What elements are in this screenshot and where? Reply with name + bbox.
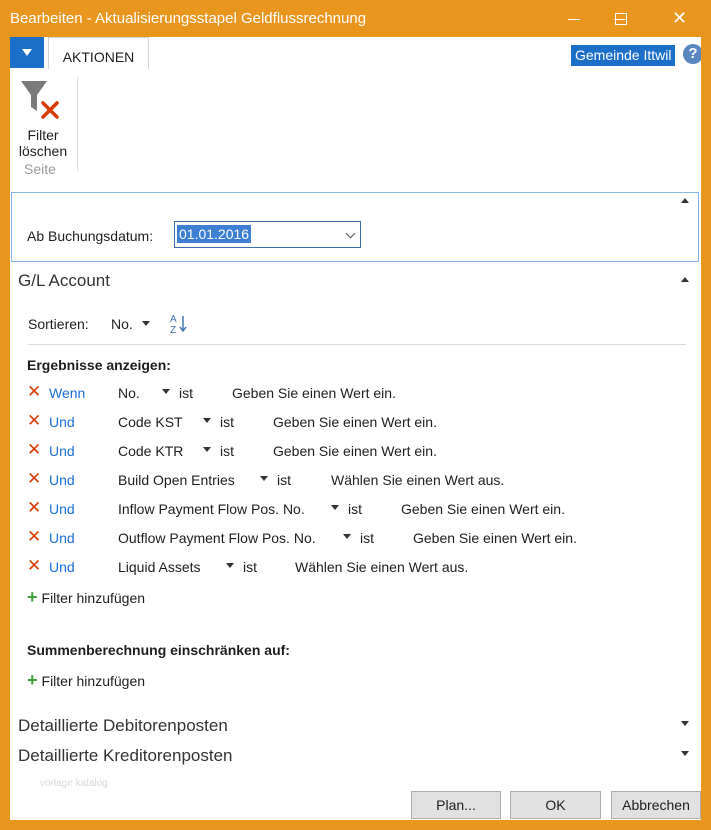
window-frame [0,0,711,830]
